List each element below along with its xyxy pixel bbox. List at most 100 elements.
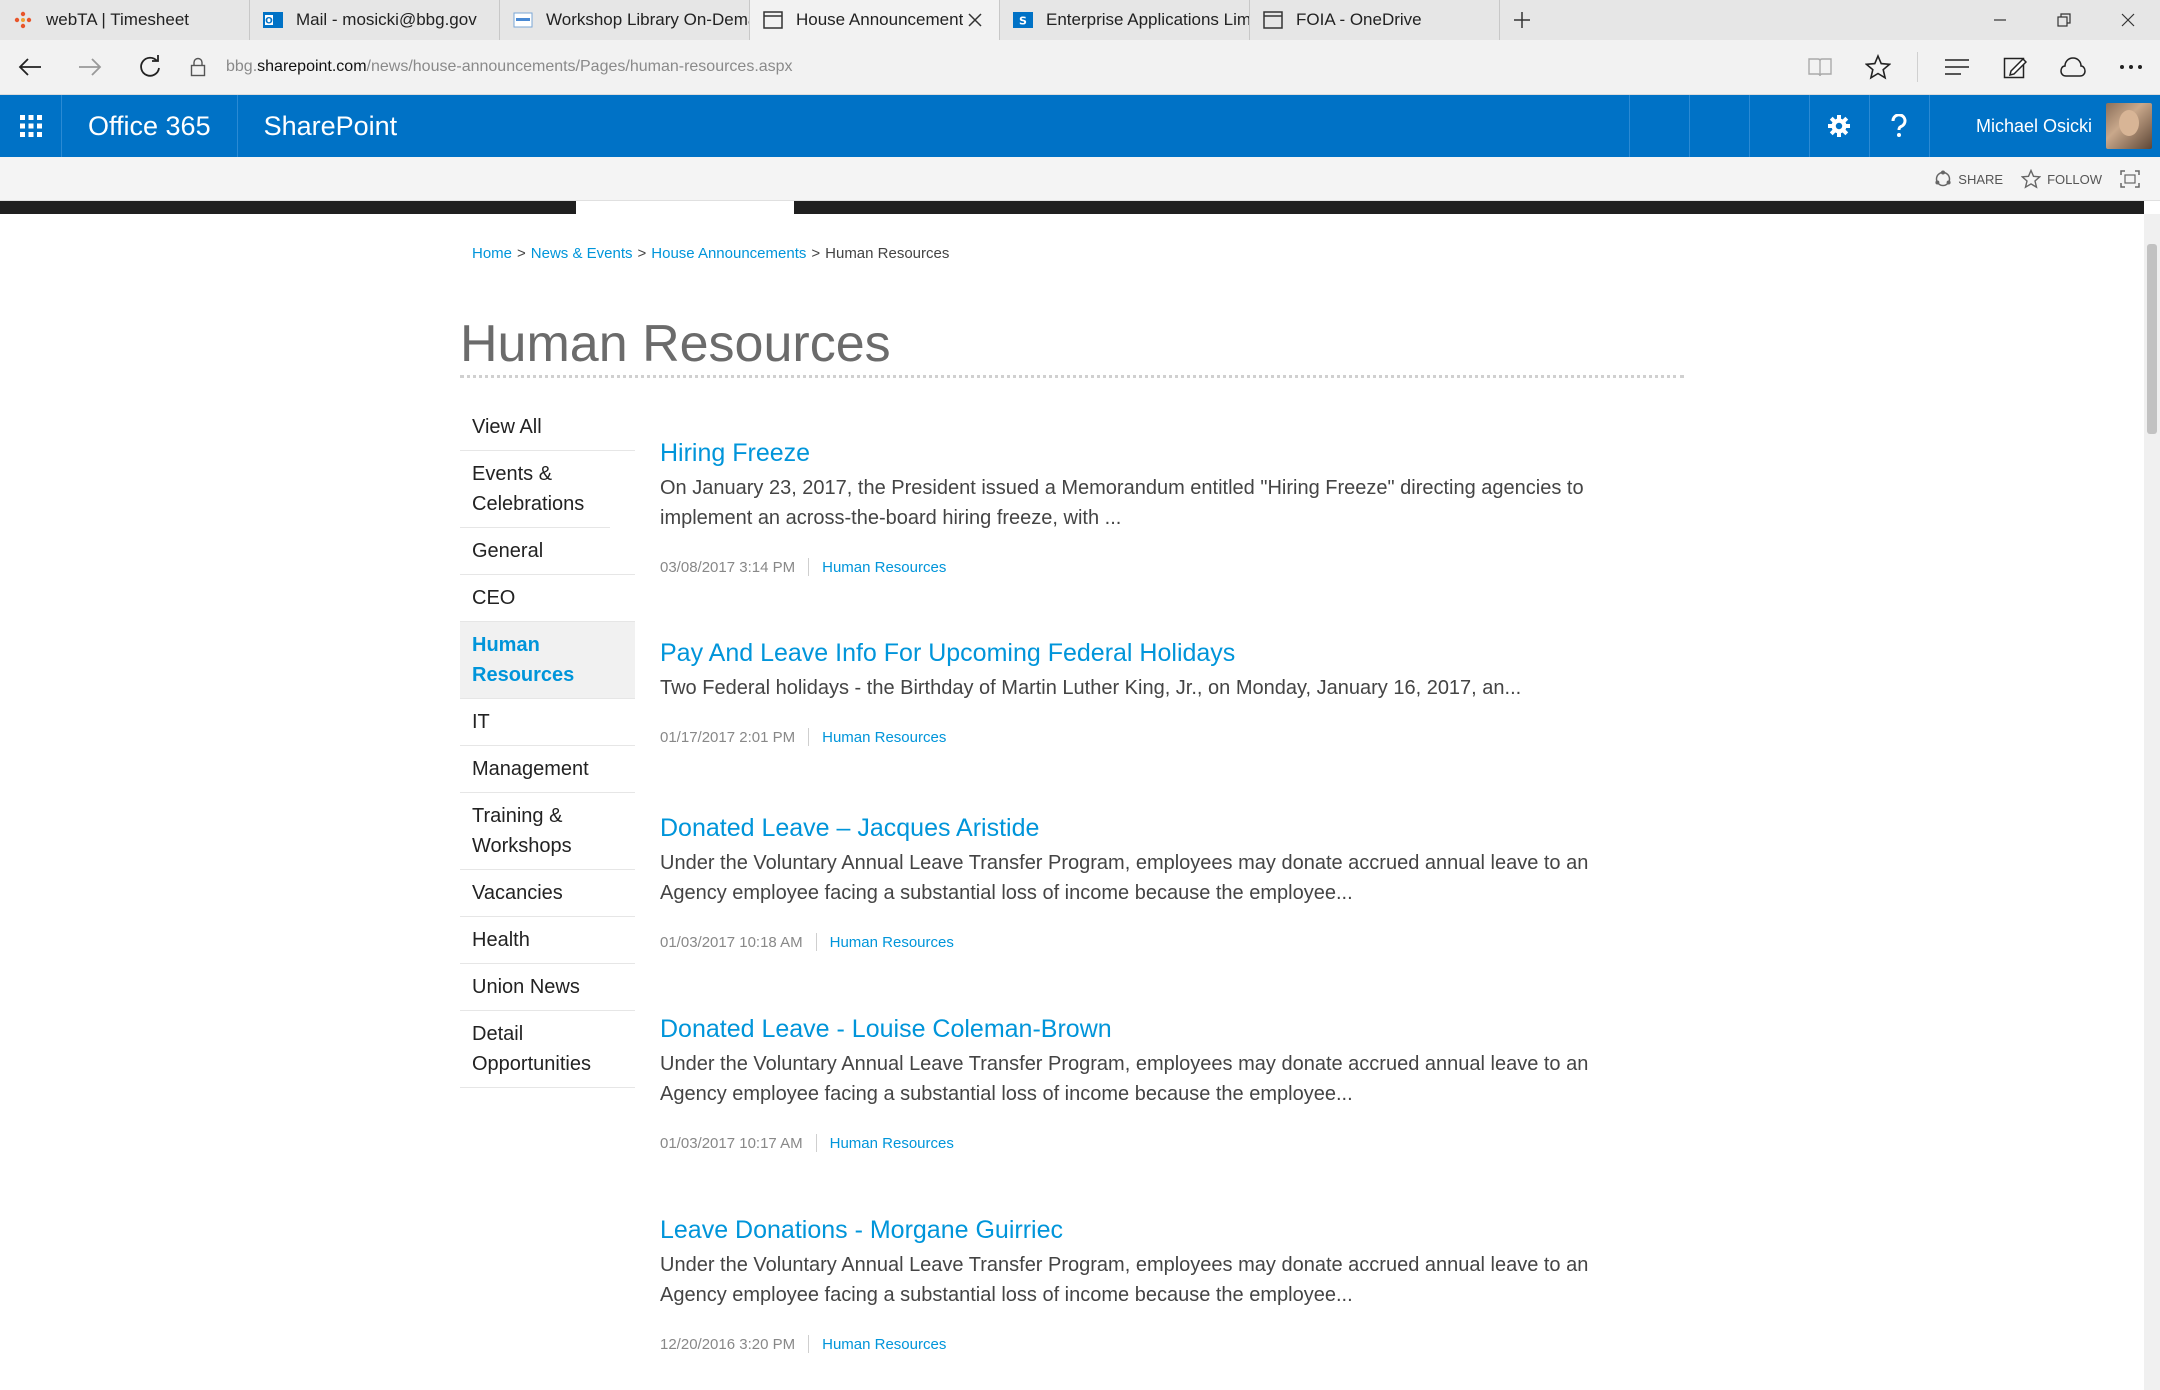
more-button[interactable] — [2102, 40, 2160, 95]
article-title-link[interactable]: Pay And Leave Info For Upcoming Federal … — [660, 636, 1640, 670]
browser-tab-foia[interactable]: FOIA - OneDrive — [1250, 0, 1500, 40]
nav-item-detail-opportunities[interactable]: Detail Opportunities — [460, 1011, 635, 1088]
breadcrumb-home[interactable]: Home — [472, 245, 512, 262]
favorite-button[interactable] — [1849, 40, 1907, 95]
page-title: Human Resources — [460, 315, 891, 373]
nav-item-it[interactable]: IT — [460, 699, 635, 746]
follow-label: FOLLOW — [2047, 171, 2102, 187]
meta-divider — [808, 558, 810, 576]
new-tab-button[interactable] — [1500, 0, 1544, 40]
app-launcher-button[interactable] — [0, 95, 62, 157]
list-item: Donated Leave – Jacques Aristide Under t… — [660, 811, 1640, 951]
nav-item-events-celebrations[interactable]: Events & Celebrations — [460, 451, 610, 528]
article-meta: 12/20/2016 3:20 PM Human Resources — [660, 1335, 946, 1353]
nav-item-management[interactable]: Management — [460, 746, 635, 793]
browser-tab-webta[interactable]: webTA | Timesheet — [0, 0, 250, 40]
share-page-button[interactable]: SHARE — [1934, 170, 2003, 188]
star-outline-icon — [2021, 169, 2042, 189]
refresh-button[interactable] — [120, 40, 180, 95]
follow-page-button[interactable]: FOLLOW — [2021, 169, 2102, 189]
nav-item-view-all[interactable]: View All — [460, 404, 635, 451]
article-meta: 01/03/2017 10:17 AM Human Resources — [660, 1134, 954, 1152]
web-note-button[interactable] — [1986, 40, 2044, 95]
share-browser-button[interactable] — [2044, 40, 2102, 95]
avatar — [2106, 103, 2152, 149]
page-scrollbar[interactable] — [2144, 214, 2160, 1390]
lock-icon — [180, 47, 216, 87]
scrollbar-thumb[interactable] — [2147, 244, 2157, 434]
refresh-icon — [140, 55, 160, 77]
nav-item-human-resources[interactable]: Human Resources — [460, 622, 635, 699]
restore-button[interactable] — [2032, 0, 2096, 40]
nav-item-training-workshops[interactable]: Training & Workshops — [460, 793, 635, 870]
forward-button[interactable] — [60, 40, 120, 95]
reading-view-button[interactable] — [1791, 40, 1849, 95]
browser-toolbar-right — [1791, 40, 2160, 95]
article-summary: Under the Voluntary Annual Leave Transfe… — [660, 1053, 1589, 1105]
article-category-link[interactable]: Human Resources — [822, 729, 946, 746]
nav-item-health[interactable]: Health — [460, 917, 635, 964]
focus-content-button[interactable] — [2120, 170, 2146, 188]
article-date: 01/03/2017 10:17 AM — [660, 1134, 803, 1152]
tab-label: FOIA - OneDrive — [1296, 10, 1422, 29]
browser-tab-mail[interactable]: O Mail - mosicki@bbg.gov — [250, 0, 500, 40]
meta-divider — [808, 728, 810, 746]
web-note-icon — [2003, 57, 2027, 79]
article-category-link[interactable]: Human Resources — [830, 934, 954, 951]
settings-button[interactable] — [1808, 95, 1869, 157]
breadcrumb-house-announcements[interactable]: House Announcements — [651, 245, 806, 262]
sharepoint-app-link[interactable]: SharePoint — [238, 95, 424, 157]
fullscreen-icon — [2120, 170, 2140, 188]
user-menu[interactable]: Michael Osicki — [1928, 95, 2160, 157]
article-title-link[interactable]: Hiring Freeze — [660, 436, 1640, 470]
tab-label: webTA | Timesheet — [46, 10, 189, 29]
minimize-button[interactable] — [1968, 0, 2032, 40]
onedrive-doc-icon — [512, 9, 534, 31]
outlook-icon: O — [262, 9, 284, 31]
tab-label: Workshop Library On-Dema — [546, 10, 749, 29]
article-title-link[interactable]: Donated Leave - Louise Coleman-Brown — [660, 1012, 1640, 1046]
svg-text:O: O — [265, 17, 273, 27]
meta-divider — [808, 1335, 810, 1353]
office365-brand-link[interactable]: Office 365 — [62, 95, 238, 157]
nav-item-ceo[interactable]: CEO — [460, 575, 635, 622]
url-field[interactable]: bbg.sharepoint.com/news/house-announceme… — [180, 47, 1791, 87]
nav-item-general[interactable]: General — [460, 528, 635, 575]
back-button[interactable] — [0, 40, 60, 95]
nav-item-vacancies[interactable]: Vacancies — [460, 870, 635, 917]
hub-icon — [1945, 59, 1969, 75]
list-item: Donated Leave - Louise Coleman-Brown Und… — [660, 1012, 1640, 1152]
nav-item-union-news[interactable]: Union News — [460, 964, 635, 1011]
close-tab-icon[interactable] — [963, 8, 987, 32]
help-button[interactable] — [1868, 95, 1929, 157]
article-category-link[interactable]: Human Resources — [822, 1336, 946, 1353]
url-text: bbg.sharepoint.com/news/house-announceme… — [226, 58, 793, 75]
browser-tab-enterprise[interactable]: S Enterprise Applications Limi — [1000, 0, 1250, 40]
breadcrumb-separator: > — [811, 245, 821, 262]
tab-label: Enterprise Applications Limi — [1046, 10, 1249, 29]
window-controls — [1968, 0, 2160, 40]
page-icon — [762, 9, 784, 31]
more-icon — [2120, 65, 2142, 69]
article-date: 03/08/2017 3:14 PM — [660, 558, 796, 576]
article-summary: Two Federal holidays - the Birthday of M… — [660, 677, 1522, 699]
browser-tab-house-announcements[interactable]: House Announcements — [750, 0, 1000, 40]
forward-arrow-icon — [79, 58, 102, 76]
hub-button[interactable] — [1928, 40, 1986, 95]
waffle-icon — [19, 115, 42, 137]
article-summary: Under the Voluntary Annual Leave Transfe… — [660, 1254, 1589, 1306]
list-item: Hiring Freeze On January 23, 2017, the P… — [660, 436, 1640, 576]
back-arrow-icon — [18, 58, 41, 76]
article-title-link[interactable]: Leave Donations - Morgane Guirriec — [660, 1213, 1640, 1247]
browser-tab-workshop[interactable]: Workshop Library On-Dema — [500, 0, 750, 40]
article-category-link[interactable]: Human Resources — [822, 559, 946, 576]
article-title-link[interactable]: Donated Leave – Jacques Aristide — [660, 811, 1640, 845]
page-icon — [1262, 9, 1284, 31]
breadcrumb-news-events[interactable]: News & Events — [531, 245, 633, 262]
close-window-button[interactable] — [2096, 0, 2160, 40]
list-item: Pay And Leave Info For Upcoming Federal … — [660, 636, 1640, 746]
star-icon — [1865, 54, 1891, 80]
article-category-link[interactable]: Human Resources — [830, 1135, 954, 1152]
list-item: Leave Donations - Morgane Guirriec Under… — [660, 1213, 1640, 1353]
share-icon — [1935, 170, 1951, 187]
